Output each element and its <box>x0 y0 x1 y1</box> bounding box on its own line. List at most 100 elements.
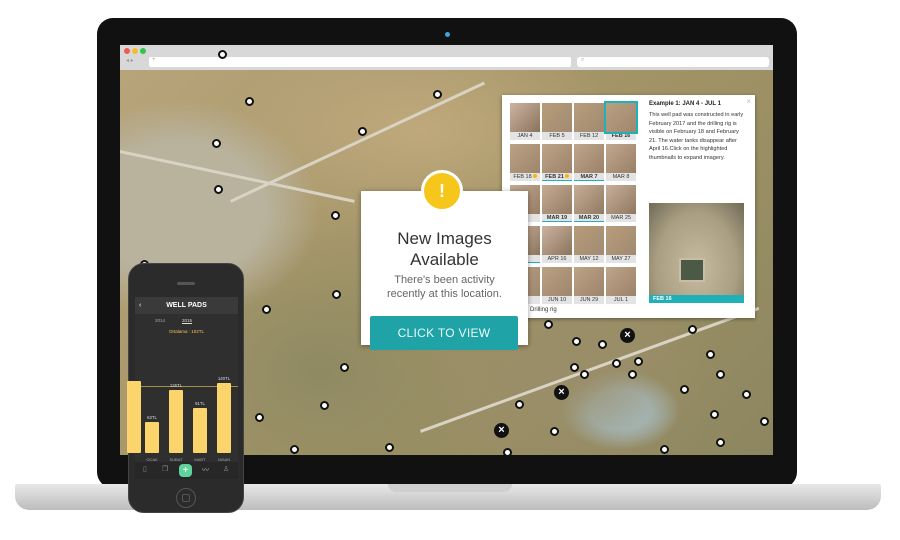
well-pad-marker[interactable] <box>598 340 607 349</box>
address-bar[interactable]: + <box>149 57 571 67</box>
well-pad-marker[interactable] <box>214 185 223 194</box>
preview-image[interactable] <box>649 203 744 295</box>
well-pad-marker[interactable] <box>331 211 340 220</box>
thumbnail[interactable]: MAR 19 <box>542 185 572 223</box>
click-to-view-button[interactable]: CLICK TO VIEW <box>370 316 518 350</box>
back-forward-icon[interactable]: ◂ ▸ <box>126 57 134 64</box>
maximize-window-button[interactable] <box>140 48 146 54</box>
imagery-panel: JAN 4 FEB 5 FEB 12 FEB 16 FEB 18 FEB 21 MAR 7 M… <box>502 95 755 318</box>
well-pad-marker[interactable] <box>515 400 524 409</box>
drilling-rig-marker[interactable]: × <box>494 423 509 438</box>
well-pad-marker[interactable] <box>262 305 271 314</box>
well-pad-marker[interactable] <box>332 290 341 299</box>
popup-title-line: Available <box>410 250 479 269</box>
well-pad-marker[interactable] <box>710 410 719 419</box>
minimize-window-button[interactable] <box>132 48 138 54</box>
thumbnail[interactable]: FEB 5 <box>542 103 572 141</box>
thumbnail[interactable]: FEB 16 <box>604 101 638 141</box>
well-pad-marker[interactable] <box>628 370 637 379</box>
well-pad-marker[interactable] <box>544 320 553 329</box>
well-pad-marker[interactable] <box>212 139 221 148</box>
popup-subtitle-line: There's been activity <box>394 274 495 286</box>
popup-title-line: New Images <box>397 229 492 248</box>
well-pad-marker[interactable] <box>716 370 725 379</box>
panel-title: Example 1: JAN 4 - JUL 1 <box>649 101 721 107</box>
drilling-rig-dot <box>532 174 537 178</box>
well-pad-marker[interactable] <box>385 443 394 452</box>
thumbnail-date: FEB 18 <box>513 174 532 180</box>
well-pad-marker[interactable] <box>660 445 669 454</box>
legend-drilling-rig: Drilling rig <box>530 307 557 313</box>
thumbnail-image <box>542 185 572 214</box>
popup-subtitle: There's been activity recently at this lo… <box>361 273 528 301</box>
thumbnail[interactable]: FEB 21 <box>542 144 572 182</box>
bar-category-label: MART <box>194 457 206 462</box>
well-pad-marker[interactable] <box>680 385 689 394</box>
preview-caption: FEB 16 <box>649 295 744 303</box>
close-icon[interactable]: × <box>746 97 751 106</box>
thumbnail-date: MAR 8 <box>612 174 630 180</box>
thumbnail-label: MAR 19 <box>542 214 572 222</box>
plus-icon[interactable]: + <box>179 464 192 477</box>
tab-2014[interactable]: 2014 <box>155 318 165 323</box>
thumbnail-date: APR 16 <box>547 256 567 262</box>
tab-2015[interactable]: 2015 <box>182 318 193 324</box>
document-icon[interactable]: ▯ <box>143 465 147 473</box>
well-pad-marker[interactable] <box>706 350 715 359</box>
well-pad-marker[interactable] <box>340 363 349 372</box>
thumbnail[interactable]: JAN 4 <box>510 103 540 141</box>
thumbnail[interactable]: JUN 10 <box>542 267 572 305</box>
well-pad-marker[interactable] <box>290 445 299 454</box>
thumbnail-image <box>510 144 540 173</box>
well-pad-marker[interactable] <box>742 390 751 399</box>
thumbnail[interactable]: MAY 12 <box>574 226 604 264</box>
thumbnail-label: MAR 8 <box>606 173 636 181</box>
thumbnail-image <box>574 267 604 296</box>
well-pad-marker[interactable] <box>760 417 769 426</box>
well-pad-marker[interactable] <box>634 357 643 366</box>
user-icon[interactable]: ♙ <box>223 465 229 473</box>
thumbnail[interactable]: FEB 18 <box>510 144 540 182</box>
thumbnail[interactable]: JUL 1 <box>606 267 636 305</box>
copy-icon[interactable]: ❐ <box>162 465 168 473</box>
thumbnail-image <box>542 103 572 132</box>
thumbnail[interactable]: JUN 29 <box>574 267 604 305</box>
well-pad-marker[interactable] <box>320 401 329 410</box>
thumbnail[interactable]: MAR 8 <box>606 144 636 182</box>
drilling-rig-marker[interactable]: × <box>620 328 635 343</box>
thumbnail-image <box>606 185 636 214</box>
well-pad-marker[interactable] <box>255 413 264 422</box>
well-pad-marker[interactable] <box>433 90 442 99</box>
thumbnail-date: JUN 10 <box>547 297 567 303</box>
home-button[interactable] <box>176 488 196 508</box>
bar-category-label: SUBAT <box>169 457 183 462</box>
well-pad-marker[interactable] <box>716 438 725 447</box>
thumbnail[interactable]: MAR 7 <box>574 144 604 182</box>
close-window-button[interactable] <box>124 48 130 54</box>
thumbnail-label: JAN 4 <box>510 132 540 140</box>
well-pad-marker[interactable] <box>688 325 697 334</box>
thumbnail-label: APR 16 <box>542 255 572 263</box>
thumbnail[interactable]: MAR 25 <box>606 185 636 223</box>
search-bar[interactable]: ⌕ <box>577 57 769 67</box>
well-pad-marker[interactable] <box>572 337 581 346</box>
well-pad-marker[interactable] <box>612 359 621 368</box>
well-pad-marker[interactable] <box>550 427 559 436</box>
thumbnail-date: JUL 1 <box>613 297 629 303</box>
well-pad-marker[interactable] <box>570 363 579 372</box>
well-pad-marker[interactable] <box>580 370 589 379</box>
thumbnail[interactable]: APR 16 <box>542 226 572 264</box>
thumbnail[interactable]: MAR 20 <box>574 185 604 223</box>
well-pad-marker[interactable] <box>503 448 512 455</box>
chart-icon[interactable]: 〰 <box>202 465 209 475</box>
well-pad-marker[interactable] <box>358 127 367 136</box>
thumbnail-label: MAR 20 <box>574 214 604 222</box>
thumbnail[interactable]: MAY 27 <box>606 226 636 264</box>
well-pad-marker[interactable] <box>218 50 227 59</box>
thumbnail[interactable]: FEB 12 <box>574 103 604 141</box>
thumbnail-date: FEB 12 <box>579 133 599 139</box>
back-icon[interactable]: ‹ <box>139 297 141 314</box>
well-pad-marker[interactable] <box>245 97 254 106</box>
bar-category-label: OCAK <box>146 457 158 462</box>
drilling-rig-marker[interactable]: × <box>554 385 569 400</box>
